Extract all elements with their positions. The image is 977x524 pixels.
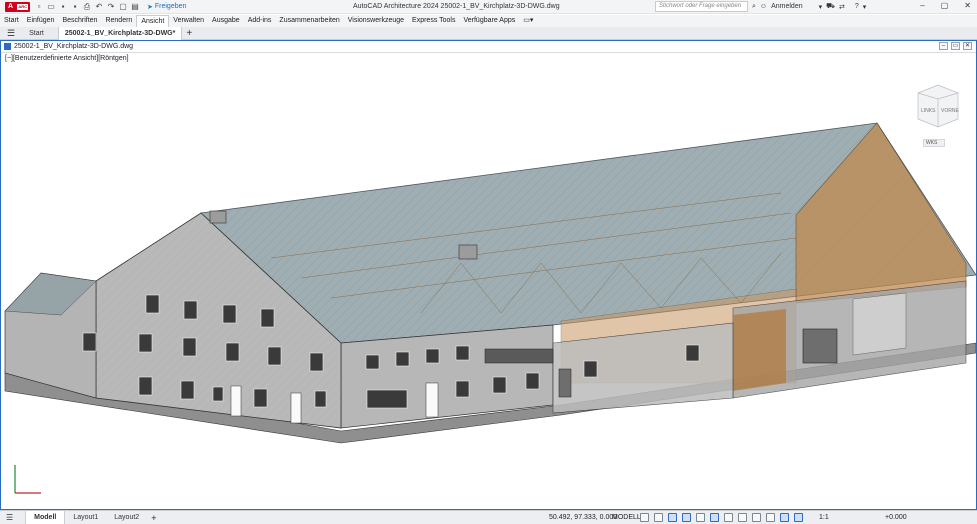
share-label: Freigeben <box>154 3 187 10</box>
annotation-scale-icon[interactable] <box>780 513 789 522</box>
dropdown-icon[interactable]: ▾ <box>819 3 823 11</box>
file-tab-bar: ☰ Start 25002-1_BV_Kirchplatz-3D-DWG* + <box>0 26 977 40</box>
open-folder-icon[interactable]: ▭ <box>47 2 55 11</box>
menu-icon[interactable]: ☰ <box>7 28 15 39</box>
window-controls: – ▢ ✕ <box>920 1 971 10</box>
ribbon-tab-einfügen[interactable]: Einfügen <box>23 15 59 27</box>
layout-tab-model[interactable]: Modell <box>25 510 66 524</box>
grid-icon[interactable] <box>640 513 649 522</box>
chimney-middle <box>458 244 478 260</box>
window-title: AutoCAD Architecture 2024 25002-1_BV_Kir… <box>353 3 560 10</box>
close-icon[interactable]: ✕ <box>964 1 971 10</box>
object-snap-icon[interactable] <box>710 513 719 522</box>
publish-icon[interactable]: ▤ <box>131 2 139 11</box>
isodraft-icon[interactable] <box>696 513 705 522</box>
layout-tab-layout2[interactable]: Layout2 <box>106 511 147 524</box>
annotation-scale-dropdown[interactable]: 1:1 <box>819 514 829 521</box>
print-icon[interactable]: ⎙ <box>83 2 91 11</box>
ribbon-tab-zusammenarbeiten[interactable]: Zusammenarbeiten <box>275 15 343 27</box>
cart-icon[interactable]: ⛟ <box>826 2 835 11</box>
layout-nav: ☰ <box>6 513 13 522</box>
search-icon[interactable]: ⌕ <box>752 3 756 11</box>
new-file-icon[interactable]: ▫ <box>35 2 43 11</box>
viewcube[interactable]: LINKS VORNE <box>913 79 963 135</box>
chimney-left <box>209 210 227 224</box>
balcony <box>484 348 554 364</box>
viewcube-face-front[interactable]: VORNE <box>941 108 959 114</box>
middle-door <box>425 382 439 418</box>
viewport-controls-label[interactable]: [−][Benutzerdefinierte Ansicht][Röntgen] <box>5 55 129 62</box>
quick-access-toolbar: ▫ ▭ ▪ ▪ ⎙ ↶ ↷ ▢ ▤ <box>35 2 139 11</box>
layout-list-icon[interactable]: ☰ <box>6 513 13 522</box>
save-as-icon[interactable]: ▪ <box>71 2 79 11</box>
ortho-icon[interactable] <box>668 513 677 522</box>
wcs-menu[interactable]: WKS <box>923 139 945 147</box>
viewcube-face-left[interactable]: LINKS <box>921 108 936 114</box>
ribbon-tab-verwalten[interactable]: Verwalten <box>169 15 208 27</box>
ribbon-tab-beschriften[interactable]: Beschriften <box>58 15 101 27</box>
sign-in-link[interactable]: Anmelden <box>771 3 803 10</box>
ucs-icon <box>14 465 41 494</box>
app-logo[interactable]: A ARC <box>5 1 30 12</box>
ribbon-tab-express-tools[interactable]: Express Tools <box>408 15 459 27</box>
ribbon-tab-rendern[interactable]: Rendern <box>101 15 136 27</box>
user-area: ⌕ ☺ Anmelden ▾ ⛟ ⇄ ? ▾ <box>752 2 866 11</box>
transparency-icon[interactable] <box>738 513 747 522</box>
app-logo-letter: A <box>8 2 14 10</box>
elevation-value[interactable]: +0.000 <box>885 514 907 521</box>
drawing-window-controls: – ▭ ✕ <box>939 42 972 50</box>
share-button[interactable]: ➤ Freigeben <box>147 3 186 11</box>
ribbon-tab-ausgabe[interactable]: Ausgabe <box>208 15 244 27</box>
model-space-toggle[interactable]: MODELL <box>612 514 641 521</box>
tab-active-drawing[interactable]: 25002-1_BV_Kirchplatz-3D-DWG* <box>57 26 183 40</box>
polar-icon[interactable] <box>682 513 691 522</box>
selection-cycling-icon[interactable] <box>752 513 761 522</box>
drawing-close-icon[interactable]: ✕ <box>963 42 972 50</box>
status-toolbar <box>640 513 803 522</box>
maximize-icon[interactable]: ▢ <box>941 1 949 10</box>
ribbon-tab-start[interactable]: Start <box>0 15 23 27</box>
exchange-icon[interactable]: ⇄ <box>839 3 845 11</box>
redo-icon[interactable]: ↷ <box>107 2 115 11</box>
snap-icon[interactable] <box>654 513 663 522</box>
help-dropdown-icon[interactable]: ▾ <box>863 3 867 11</box>
app-logo-tag: ARC <box>17 3 28 10</box>
coordinates-display[interactable]: 50.492, 97.333, 0.000 <box>549 514 617 521</box>
barn-opening-timber <box>733 309 786 391</box>
drawing-window: 25002-1_BV_Kirchplatz-3D-DWG.dwg – ▭ ✕ [… <box>0 40 977 510</box>
model-viewport[interactable] <box>1 53 976 509</box>
drawing-restore-icon[interactable]: ▭ <box>951 42 960 50</box>
minimize-icon[interactable]: – <box>920 1 924 10</box>
add-layout-icon[interactable]: + <box>151 513 156 523</box>
drawing-window-title-bar: 25002-1_BV_Kirchplatz-3D-DWG.dwg <box>1 41 976 53</box>
autoscale-icon[interactable] <box>794 513 803 522</box>
barn-door <box>802 328 838 364</box>
share-icon: ➤ <box>147 3 153 11</box>
dwg-file-icon <box>4 43 11 50</box>
annex-door <box>558 368 572 398</box>
save-icon[interactable]: ▪ <box>59 2 67 11</box>
title-bar: A ARC ▫ ▭ ▪ ▪ ⎙ ↶ ↷ ▢ ▤ ➤ Freigeben Auto… <box>0 0 977 14</box>
layout-tab-layout1[interactable]: Layout1 <box>65 511 106 524</box>
ribbon-visibility-icon[interactable]: ▭▾ <box>519 15 537 27</box>
drawing-window-title: 25002-1_BV_Kirchplatz-3D-DWG.dwg <box>14 43 134 50</box>
ribbon-tab-add-ins[interactable]: Add-ins <box>244 15 276 27</box>
ribbon-tab-verfügbare-apps[interactable]: Verfügbare Apps <box>459 15 519 27</box>
lineweight-icon[interactable] <box>724 513 733 522</box>
house-door-left <box>230 385 242 417</box>
help-button[interactable]: ? <box>855 3 859 10</box>
status-bar: ☰ Modell Layout1 Layout2 + 50.492, 97.33… <box>0 510 977 524</box>
ribbon-tab-visionswerkzeuge[interactable]: Visionswerkzeuge <box>344 15 408 27</box>
drawing-minimize-icon[interactable]: – <box>939 42 948 50</box>
tab-start[interactable]: Start <box>23 27 50 40</box>
search-input[interactable]: Stichwort oder Frage eingeben <box>655 1 748 12</box>
annotation-visibility-icon[interactable] <box>766 513 775 522</box>
plot-icon[interactable]: ▢ <box>119 2 127 11</box>
undo-icon[interactable]: ↶ <box>95 2 103 11</box>
new-tab-icon[interactable]: + <box>186 28 192 39</box>
house-door-right <box>290 392 302 424</box>
user-icon[interactable]: ☺ <box>760 3 767 10</box>
ribbon-tab-bar: Start Einfügen Beschriften Rendern Ansicht Ve… <box>0 14 977 28</box>
barn-opening <box>852 292 907 356</box>
